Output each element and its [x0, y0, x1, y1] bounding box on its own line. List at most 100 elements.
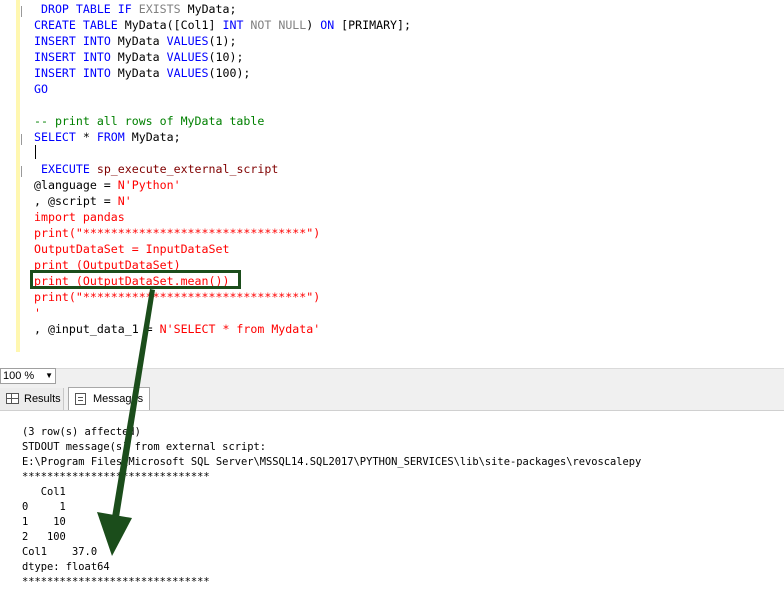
- code-token: MyData: [110, 50, 167, 64]
- code-token: *: [75, 130, 97, 144]
- code-token: import pandas: [34, 210, 125, 224]
- code-token: sp_execute_external_script: [89, 162, 279, 176]
- code-line[interactable]: SELECT * FROM MyData;: [34, 129, 411, 145]
- code-token: INSERT: [34, 66, 76, 80]
- code-line[interactable]: -- print all rows of MyData table: [34, 113, 411, 129]
- code-line[interactable]: ': [34, 305, 411, 321]
- horizontal-scrollbar[interactable]: [0, 368, 784, 385]
- code-line[interactable]: CREATE TABLE MyData([Col1] INT NOT NULL)…: [34, 17, 411, 33]
- code-line[interactable]: print("********************************"…: [34, 225, 411, 241]
- tab-messages-label: Messages: [93, 393, 144, 405]
- code-line[interactable]: GO: [34, 81, 411, 97]
- code-line[interactable]: OutputDataSet = InputDataSet: [34, 241, 411, 257]
- message-line: Col1 37.0: [22, 546, 98, 558]
- code-line[interactable]: print("********************************"…: [34, 289, 411, 305]
- message-line: 0 1: [22, 501, 66, 513]
- zoom-select[interactable]: 100 % ▼: [0, 368, 56, 384]
- code-token: GO: [34, 82, 48, 96]
- code-token: (100);: [208, 66, 251, 80]
- code-token: MyData: [110, 66, 167, 80]
- code-line[interactable]: @language = N'Python': [34, 177, 411, 193]
- code-token: (1);: [208, 34, 237, 48]
- query-editor[interactable]: DROP TABLE IF EXISTS MyData; CREATE TABLE…: [0, 0, 784, 368]
- collapse-region-icon[interactable]: [19, 165, 31, 177]
- tab-results[interactable]: Results: [0, 388, 64, 410]
- code-line[interactable]: INSERT INTO MyData VALUES(10);: [34, 49, 411, 65]
- code-line[interactable]: , @input_data_1 = N'SELECT * from Mydata…: [34, 321, 411, 337]
- code-line[interactable]: [34, 145, 411, 161]
- code-token: EXISTS: [138, 2, 181, 16]
- code-token: INTO: [82, 50, 111, 64]
- message-line: ******************************: [22, 576, 210, 588]
- collapse-region-icon[interactable]: [19, 5, 31, 17]
- code-token: @language =: [34, 178, 118, 192]
- message-line: Col1: [22, 486, 66, 498]
- code-line[interactable]: INSERT INTO MyData VALUES(1);: [34, 33, 411, 49]
- code-token: INTO: [82, 34, 111, 48]
- tab-messages[interactable]: Messages: [68, 387, 150, 410]
- code-token: INSERT: [34, 34, 76, 48]
- code-token: ': [34, 306, 41, 320]
- message-line: 2 100: [22, 531, 66, 543]
- code-token: [PRIMARY];: [334, 18, 411, 32]
- code-token: (10);: [208, 50, 244, 64]
- code-line[interactable]: EXECUTE sp_execute_external_script: [34, 161, 411, 177]
- code-line[interactable]: import pandas: [34, 209, 411, 225]
- code-token: NOT NULL: [250, 18, 307, 32]
- messages-icon: [75, 393, 86, 405]
- code-token: CREATE: [34, 18, 76, 32]
- code-token: VALUES: [166, 50, 209, 64]
- code-token: OutputDataSet = InputDataSet: [34, 242, 230, 256]
- zoom-value: 100 %: [3, 370, 35, 382]
- message-line: 1 10: [22, 516, 66, 528]
- message-line: (3 row(s) affected): [22, 426, 141, 438]
- chevron-down-icon[interactable]: ▼: [45, 369, 53, 383]
- code-token: SELECT: [34, 130, 76, 144]
- code-token: N'SELECT * from Mydata': [159, 322, 321, 336]
- code-token: VALUES: [166, 34, 209, 48]
- code-token: , @input_data_1 =: [34, 322, 160, 336]
- code-token: DROP: [40, 2, 69, 16]
- code-token: TABLE: [75, 2, 111, 16]
- message-line: ******************************: [22, 471, 210, 483]
- code-token: INTO: [82, 66, 111, 80]
- code-token: ON: [320, 18, 335, 32]
- tab-results-label: Results: [24, 393, 61, 405]
- code-token: ): [306, 18, 321, 32]
- grid-icon: [6, 393, 19, 404]
- code-token: N': [117, 194, 132, 208]
- code-token: MyData([Col1]: [117, 18, 223, 32]
- code-token: INSERT: [34, 50, 76, 64]
- code-token: MyData: [110, 34, 167, 48]
- code-token: MyData;: [180, 2, 237, 16]
- text-caret: [35, 145, 36, 159]
- code-token: TABLE: [82, 18, 118, 32]
- code-line[interactable]: INSERT INTO MyData VALUES(100);: [34, 65, 411, 81]
- code-token: IF: [117, 2, 132, 16]
- code-token: VALUES: [166, 66, 209, 80]
- code-token: print("********************************"…: [34, 290, 321, 304]
- code-token: -- print all rows of MyData table: [34, 114, 265, 128]
- code-line[interactable]: DROP TABLE IF EXISTS MyData;: [34, 1, 411, 17]
- collapse-region-icon[interactable]: [19, 133, 31, 145]
- message-line: STDOUT message(s) from external script:: [22, 441, 266, 453]
- code-token: FROM: [96, 130, 125, 144]
- code-line[interactable]: [34, 97, 411, 113]
- messages-output: (3 row(s) affected) STDOUT message(s) fro…: [22, 425, 641, 590]
- code-token: print("********************************"…: [34, 226, 321, 240]
- code-token: INT: [222, 18, 244, 32]
- results-tabbar: Results Messages: [0, 384, 784, 411]
- highlight-box: [30, 270, 241, 289]
- message-line: dtype: float64: [22, 561, 110, 573]
- code-token: EXECUTE: [40, 162, 90, 176]
- code-line[interactable]: , @script = N': [34, 193, 411, 209]
